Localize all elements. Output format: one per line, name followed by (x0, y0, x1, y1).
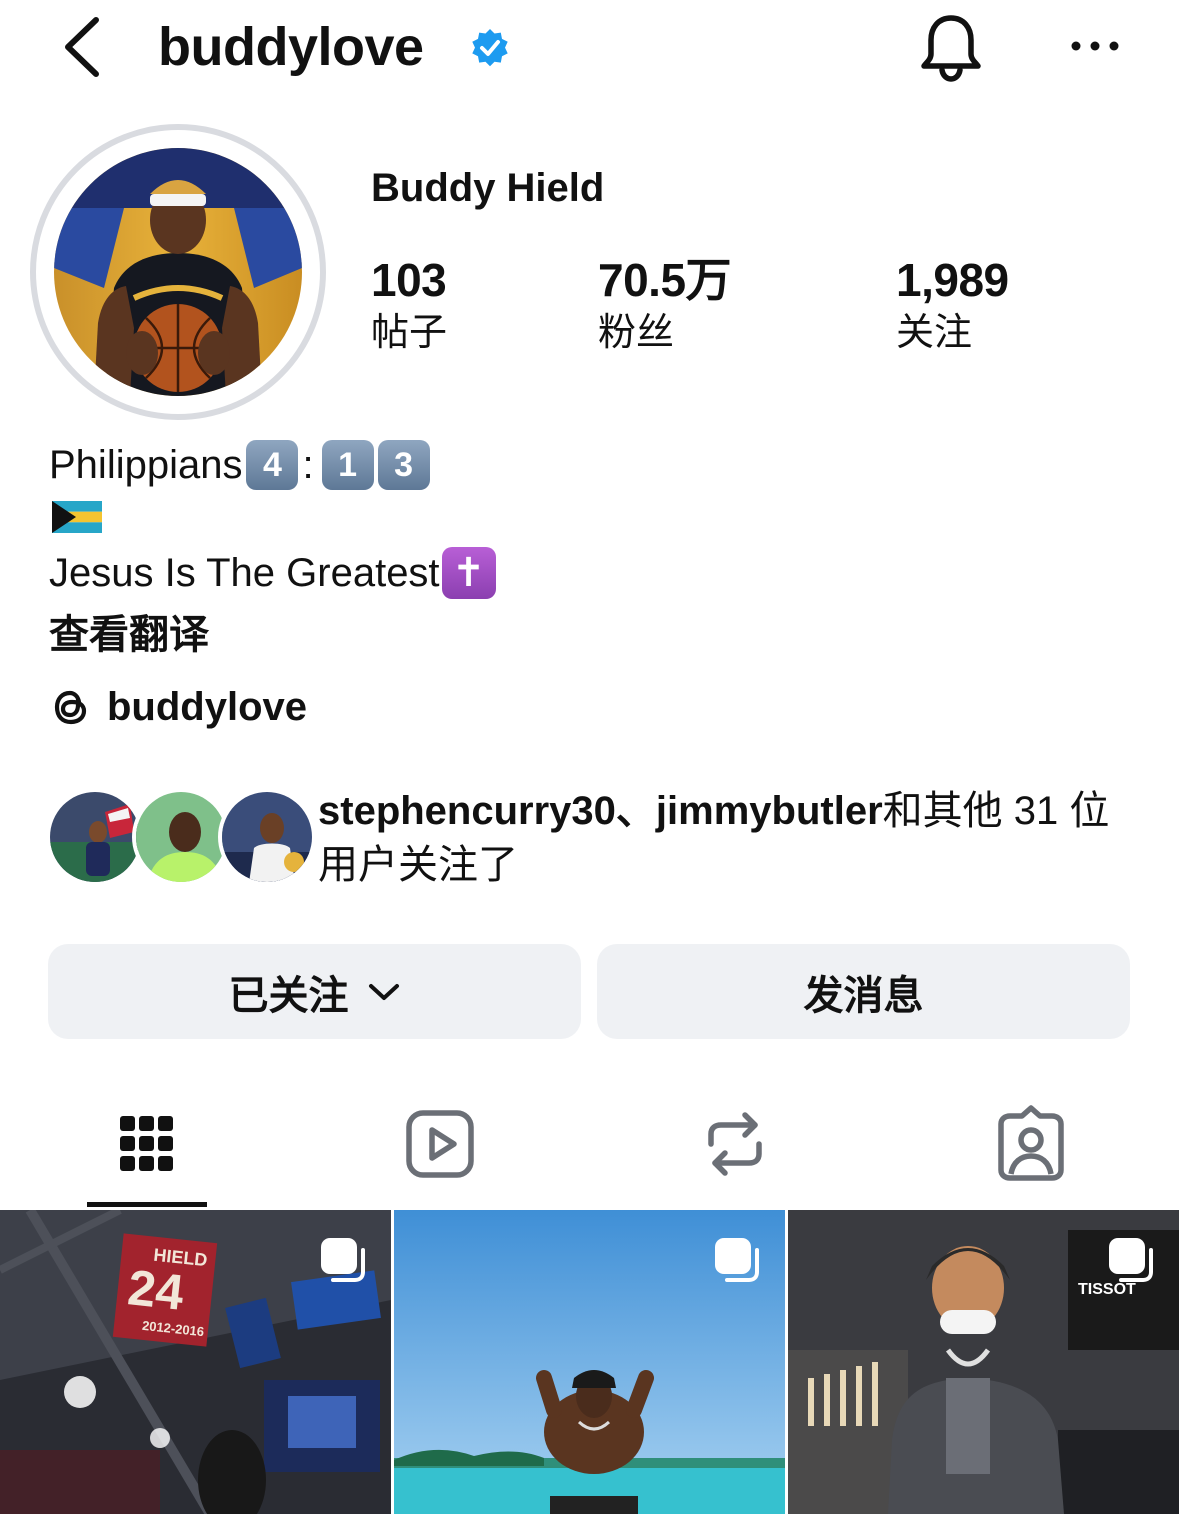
see-translation-link[interactable]: 查看翻译 (49, 602, 209, 660)
chevron-down-icon (368, 983, 399, 1000)
followers-stat[interactable]: 70.5万 粉丝 (598, 252, 732, 358)
bell-icon[interactable] (918, 12, 984, 82)
profile-username: buddylove (158, 17, 424, 77)
carousel-icon (321, 1238, 365, 1282)
followers-label: 粉丝 (598, 312, 675, 354)
mutual-followers-avatars[interactable] (46, 788, 316, 888)
profile-avatar-ring[interactable] (30, 124, 326, 420)
following-button[interactable]: 已关注 (48, 944, 581, 1039)
posts-stat[interactable]: 103 帖子 (371, 252, 447, 358)
post-tile[interactable]: TISSOT (788, 1210, 1179, 1514)
active-tab-indicator (87, 1202, 207, 1207)
avatar[interactable] (54, 148, 302, 396)
threads-icon (54, 690, 87, 725)
avatar[interactable] (46, 788, 144, 886)
following-stat[interactable]: 1,989 关注 (896, 252, 1009, 358)
chevron-left-icon[interactable] (58, 14, 108, 80)
mutual-followers-text[interactable]: stephencurry30、jimmybutler和其他 31 位用户关注了 (318, 784, 1138, 892)
bio-line-verse: Philippians 4 : 1 3 (49, 440, 430, 490)
posts-count: 103 (371, 254, 447, 306)
message-button-label: 发消息 (803, 973, 924, 1018)
reels-icon[interactable] (400, 1104, 480, 1184)
latin-cross-icon: ✝ (441, 547, 496, 599)
bio-faith-text: Jesus Is The Greatest (49, 550, 440, 595)
verified-badge-icon (472, 29, 508, 67)
tagged-person-icon[interactable] (991, 1104, 1071, 1184)
more-horizontal-icon[interactable] (1066, 24, 1124, 68)
keycap-one-icon: 1 (321, 440, 374, 490)
profile-header: buddylove (0, 0, 1179, 100)
profile-tabs (0, 1090, 1179, 1208)
posts-grid: HIELD 24 2012-2016 TISSOT (0, 1210, 1179, 1514)
posts-label: 帖子 (371, 312, 448, 354)
threads-handle: buddylove (107, 684, 308, 729)
profile-full-name: Buddy Hield (371, 166, 605, 210)
message-button[interactable]: 发消息 (597, 944, 1130, 1039)
mutual-names: stephencurry30、jimmybutler (318, 789, 883, 833)
avatar[interactable] (218, 788, 316, 886)
banner-number: 24 (125, 1259, 186, 1321)
followers-count: 70.5万 (598, 254, 732, 306)
carousel-icon (715, 1238, 759, 1282)
bahamas-flag-icon (52, 501, 102, 533)
keycap-four-icon: 4 (246, 440, 299, 490)
bio-verse-text: Philippians (49, 442, 243, 487)
following-count: 1,989 (896, 254, 1009, 306)
bio-colon: : (302, 442, 314, 487)
keycap-three-icon: 3 (377, 440, 430, 490)
threads-link[interactable]: buddylove (49, 682, 307, 732)
repost-icon[interactable] (695, 1104, 775, 1184)
bio-line-faith: Jesus Is The Greatest ✝ (49, 547, 496, 599)
carousel-icon (1109, 1238, 1153, 1282)
following-button-label: 已关注 (228, 973, 349, 1018)
post-tile[interactable]: HIELD 24 2012-2016 (0, 1210, 391, 1514)
avatar[interactable] (132, 788, 230, 886)
grid-icon[interactable] (107, 1104, 187, 1184)
post-tile[interactable] (394, 1210, 785, 1514)
following-label: 关注 (896, 312, 973, 354)
